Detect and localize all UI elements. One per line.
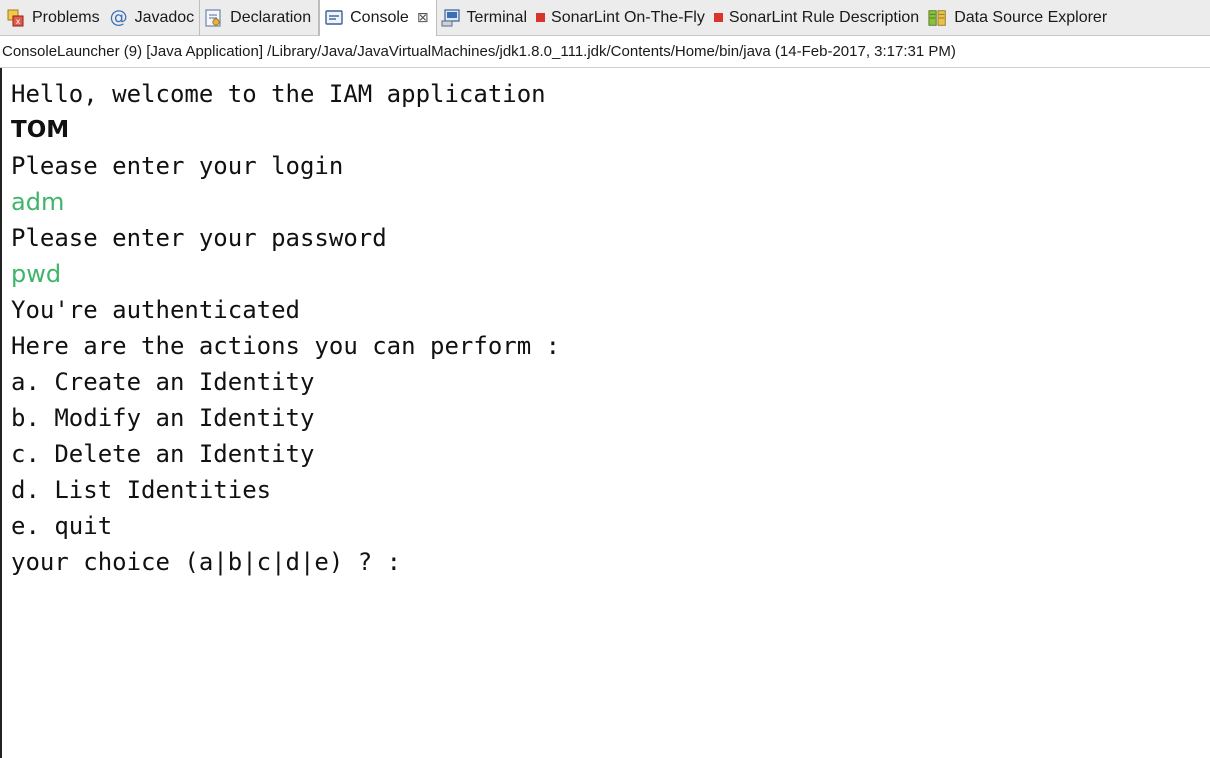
- tab-sonarlint-rule-description[interactable]: SonarLint Rule Description: [710, 0, 924, 36]
- console-output-line: your choice (a|b|c|d|e) ? :: [11, 548, 402, 576]
- tab-data-source-explorer[interactable]: Data Source Explorer: [924, 0, 1112, 36]
- console-input-line: adm: [11, 188, 65, 216]
- tab-declaration[interactable]: Declaration: [200, 0, 320, 36]
- tab-terminal-label: Terminal: [466, 8, 528, 26]
- console-output-line: e. quit: [11, 512, 113, 540]
- console-output-line: You're authenticated: [11, 296, 300, 324]
- tab-console[interactable]: Console ⊠: [319, 0, 437, 36]
- tab-javadoc-label: Javadoc: [134, 8, 195, 26]
- console-input-line: pwd: [11, 260, 62, 288]
- tab-problems[interactable]: x Problems: [2, 0, 105, 36]
- sonarlint-icon: [713, 13, 723, 22]
- tab-problems-label: Problems: [32, 8, 100, 26]
- eclipse-console-view: x Problems @ Javadoc Declaration Console…: [0, 0, 1210, 758]
- sonarlint-icon: [536, 13, 546, 22]
- tab-data-source-explorer-label: Data Source Explorer: [954, 8, 1108, 26]
- console-output-line: TOM: [11, 117, 70, 143]
- tab-declaration-label: Declaration: [230, 8, 312, 26]
- datasource-icon: [928, 8, 948, 28]
- console-output-line: Hello, welcome to the IAM application: [11, 80, 546, 108]
- console-icon: [324, 8, 344, 28]
- console-description: ConsoleLauncher (9) [Java Application] /…: [0, 36, 1210, 68]
- console-output-line: c. Delete an Identity: [11, 440, 315, 468]
- terminal-icon: [441, 8, 461, 28]
- svg-text:x: x: [16, 17, 21, 26]
- tab-javadoc[interactable]: @ Javadoc: [105, 0, 201, 36]
- console-output-line: Here are the actions you can perform :: [11, 332, 561, 360]
- declaration-icon: [204, 8, 224, 28]
- tab-sonarlint-rule-label: SonarLint Rule Description: [728, 8, 920, 26]
- console-output-line: Please enter your login: [11, 152, 344, 180]
- at-icon: @: [109, 7, 128, 28]
- console-output-line: Please enter your password: [11, 224, 387, 252]
- close-icon[interactable]: ⊠: [417, 10, 429, 26]
- tab-sonarlint-onthefly-label: SonarLint On-The-Fly: [551, 8, 705, 26]
- tab-console-label: Console: [350, 8, 409, 26]
- console-output-line: d. List Identities: [11, 476, 272, 504]
- console-output-line: b. Modify an Identity: [11, 404, 315, 432]
- tab-terminal[interactable]: Terminal: [437, 0, 532, 36]
- tab-sonarlint-onthefly[interactable]: SonarLint On-The-Fly: [532, 0, 710, 36]
- view-tab-bar: x Problems @ Javadoc Declaration Console…: [0, 0, 1210, 36]
- console-output[interactable]: Hello, welcome to the IAM application TOM…: [0, 68, 1210, 758]
- console-output-line: a. Create an Identity: [11, 368, 315, 396]
- problems-icon: x: [6, 8, 26, 28]
